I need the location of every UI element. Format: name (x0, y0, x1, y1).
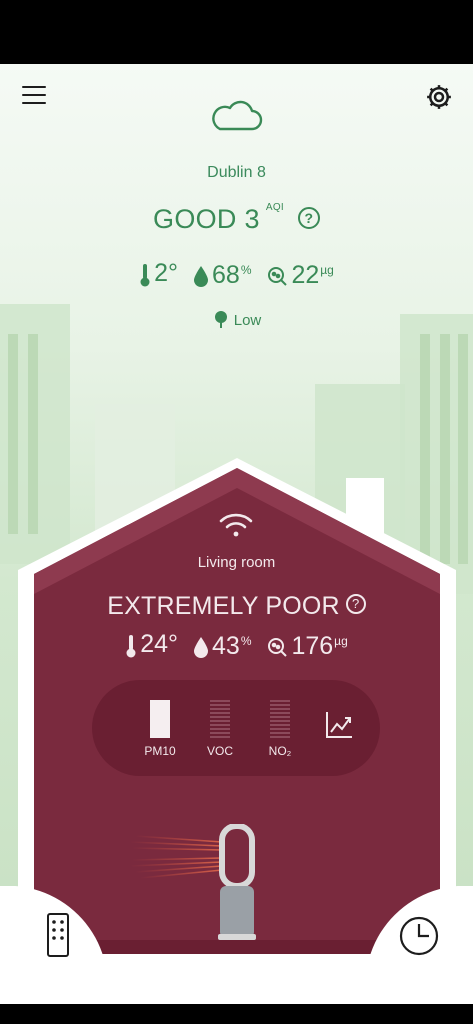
indoor-stats: 24° 43% 176 µg (0, 630, 473, 665)
outdoor-particulates: 22 µg (266, 261, 334, 290)
indoor-help-icon[interactable]: ? (345, 594, 366, 615)
air-quality-screen: Dublin 8 GOOD 3 AQI? 2° 68% 22 µg Low Li… (0, 64, 473, 1004)
indoor-quality-text: EXTREMELY POOR (107, 592, 340, 620)
pollen-level: Low (0, 311, 473, 330)
outdoor-help-icon[interactable]: ? (297, 206, 320, 229)
pollutant-label: VOC (206, 744, 233, 758)
thermometer-icon (126, 635, 136, 658)
wifi-icon (219, 513, 253, 537)
purifier-device (130, 824, 256, 940)
pollutant-label: NO₂ (268, 744, 292, 758)
status-bar (0, 0, 473, 64)
gear-icon (427, 85, 451, 109)
outdoor-stats: 2° 68% 22 µg (0, 259, 473, 294)
pollutant-level-bar (210, 700, 230, 738)
indoor-temperature: 24° (125, 630, 178, 659)
settings-button[interactable] (424, 82, 454, 112)
pollutant-pm10[interactable]: PM10 (140, 700, 180, 758)
pollutant-panel: PM10 VOC NO₂ (92, 680, 380, 776)
navigation-bar (0, 1004, 473, 1024)
particulates-icon (268, 267, 288, 286)
indoor-air-quality: EXTREMELY POOR? (0, 592, 473, 621)
thermometer-icon (140, 264, 150, 287)
location-label: Dublin 8 (207, 164, 266, 181)
pollutant-label: PM10 (144, 744, 176, 758)
tree-icon (214, 311, 227, 329)
outdoor-humidity: 68% (193, 261, 251, 290)
history-chart-button[interactable] (324, 710, 354, 740)
line-chart-icon (326, 712, 352, 738)
pollutant-level-bar (270, 700, 290, 738)
indoor-humidity: 43% (193, 632, 251, 661)
particulates-icon (268, 638, 288, 657)
pollutant-voc[interactable]: VOC (200, 700, 240, 758)
droplet-icon (194, 266, 208, 287)
remote-control-button[interactable] (0, 885, 108, 1004)
schedule-button[interactable] (365, 885, 473, 1004)
outdoor-temperature: 2° (139, 259, 178, 288)
aqi-label: AQI (265, 202, 284, 213)
outdoor-quality-text: GOOD 3 (153, 204, 260, 234)
outdoor-air-quality: GOOD 3 AQI? (0, 202, 473, 235)
pollutant-level-bar (150, 700, 170, 738)
cloud-icon (212, 100, 263, 131)
menu-button[interactable] (22, 86, 46, 106)
pollutant-no2[interactable]: NO₂ (260, 700, 300, 758)
indoor-particulates: 176 µg (266, 632, 348, 661)
room-name: Living room (197, 554, 276, 571)
droplet-icon (194, 637, 208, 658)
